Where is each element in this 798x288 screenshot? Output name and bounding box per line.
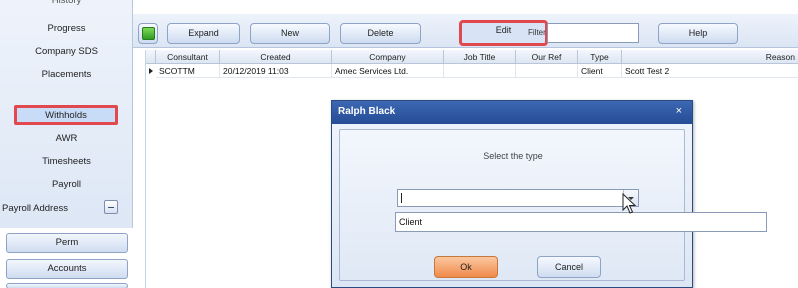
- cell-reason: Scott Test 2: [622, 64, 798, 78]
- column-header-type[interactable]: Type: [578, 50, 622, 64]
- cell-job-title: [444, 64, 516, 78]
- dropdown-option-client[interactable]: Client: [399, 217, 422, 227]
- sidebar: History Progress Company SDS Placements …: [0, 0, 133, 288]
- sidebar-item-timesheets[interactable]: Timesheets: [0, 152, 133, 172]
- accounts-button[interactable]: Accounts: [6, 259, 128, 279]
- select-type-dialog: Ralph Black × Select the type Ok Cancel: [331, 100, 693, 288]
- dialog-title-bar[interactable]: Ralph Black ×: [332, 101, 692, 124]
- cell-company: Amec Services Ltd.: [332, 64, 444, 78]
- grid-header: Consultant Created Company Job Title Our…: [146, 50, 798, 64]
- filter-label: Filter: [528, 28, 546, 37]
- green-square-icon: [142, 27, 155, 40]
- sidebar-item-history[interactable]: History: [0, 0, 133, 11]
- close-icon[interactable]: ×: [676, 105, 682, 117]
- column-header-reason[interactable]: Reason: [622, 50, 798, 64]
- filter-input[interactable]: [547, 23, 639, 43]
- cancel-button[interactable]: Cancel: [537, 256, 601, 278]
- sidebar-item-payroll-address[interactable]: Payroll Address: [0, 199, 110, 219]
- mouse-cursor-icon: [622, 193, 637, 214]
- cell-type: Client: [578, 64, 622, 78]
- column-header-consultant[interactable]: Consultant: [156, 50, 220, 64]
- collapse-icon[interactable]: [104, 200, 118, 214]
- column-header-job-title[interactable]: Job Title: [444, 50, 516, 64]
- row-selector-header: [146, 50, 156, 64]
- expand-button[interactable]: Expand: [167, 23, 240, 44]
- column-header-our-ref[interactable]: Our Ref: [516, 50, 578, 64]
- row-pointer-icon: [149, 68, 153, 74]
- cell-our-ref: [516, 64, 578, 78]
- column-header-company[interactable]: Company: [332, 50, 444, 64]
- sidebar-item-placements[interactable]: Placements: [0, 65, 133, 85]
- ok-button[interactable]: Ok: [434, 256, 498, 278]
- cell-created: 20/12/2019 11:03: [220, 64, 332, 78]
- delete-button[interactable]: Delete: [340, 23, 421, 44]
- type-dropdown-list: Client: [395, 212, 767, 232]
- sidebar-item-withholds[interactable]: Withholds: [14, 105, 118, 125]
- sidebar-next-button[interactable]: [6, 283, 128, 288]
- dialog-body: Select the type Ok Cancel: [332, 124, 692, 287]
- sidebar-item-company-sds[interactable]: Company SDS: [0, 42, 133, 62]
- new-button[interactable]: New: [250, 23, 330, 44]
- dialog-prompt: Select the type: [483, 151, 543, 161]
- help-button[interactable]: Help: [658, 23, 738, 44]
- refresh-button[interactable]: [138, 23, 158, 44]
- type-combobox[interactable]: [397, 189, 639, 207]
- sidebar-item-awr[interactable]: AWR: [0, 129, 133, 149]
- column-header-created[interactable]: Created: [220, 50, 332, 64]
- cell-consultant: SCOTTM: [156, 64, 220, 78]
- toolbar: Expand New Delete Edit Filter Help: [133, 14, 798, 48]
- sidebar-item-progress[interactable]: Progress: [0, 19, 133, 39]
- perm-button[interactable]: Perm: [6, 233, 128, 253]
- text-caret: [401, 193, 402, 203]
- sidebar-item-payroll[interactable]: Payroll: [0, 175, 133, 195]
- dialog-title: Ralph Black: [338, 106, 396, 117]
- sidebar-panel: History Progress Company SDS Placements …: [0, 0, 133, 228]
